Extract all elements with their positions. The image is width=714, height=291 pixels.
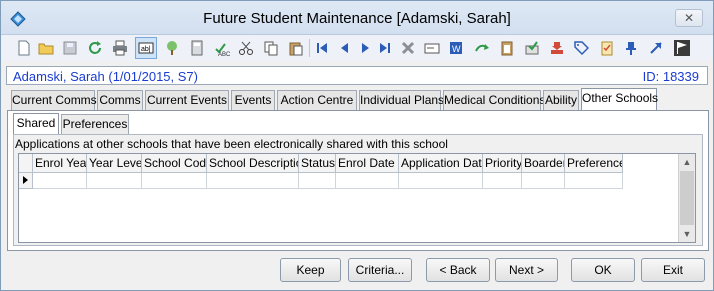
column-application-date[interactable]: Application Date <box>399 154 483 173</box>
tab-medical-conditions[interactable]: Medical Conditions <box>443 90 545 111</box>
student-banner: Adamski, Sarah (1/01/2015, S7) ID: 18339 <box>6 66 708 85</box>
column-enrol-date[interactable]: Enrol Date <box>336 154 399 173</box>
text-field-icon[interactable]: ab| <box>135 37 157 59</box>
title-bar: Future Student Maintenance [Adamski, Sar… <box>1 1 713 35</box>
word-icon[interactable]: W <box>445 37 467 59</box>
print-icon[interactable] <box>109 37 131 59</box>
checklist-icon[interactable] <box>596 37 618 59</box>
cut-icon[interactable] <box>235 37 257 59</box>
scroll-thumb[interactable] <box>680 171 694 225</box>
back-button[interactable]: < Back <box>426 258 490 282</box>
tab-current-comms[interactable]: Current Comms <box>11 90 97 111</box>
next-record-icon[interactable] <box>354 37 376 59</box>
card-icon[interactable] <box>421 37 443 59</box>
group-label: Applications at other schools that have … <box>15 137 448 151</box>
open-folder-icon[interactable] <box>35 37 57 59</box>
spellcheck-icon[interactable]: ABC <box>211 37 233 59</box>
svg-text:ab|: ab| <box>141 46 151 53</box>
table-cell[interactable] <box>299 173 336 189</box>
table-cell[interactable] <box>399 173 483 189</box>
svg-text:ABC: ABC <box>218 52 230 56</box>
paste-icon[interactable] <box>285 37 307 59</box>
keep-button[interactable]: Keep <box>280 258 341 282</box>
table-cell[interactable] <box>142 173 207 189</box>
column-school-description[interactable]: School Description <box>207 154 299 173</box>
tab-events[interactable]: Events <box>231 90 275 111</box>
vertical-scrollbar[interactable]: ▲ ▼ <box>678 154 695 242</box>
table-cell[interactable] <box>522 173 565 189</box>
grid-corner <box>19 154 33 173</box>
ok-button[interactable]: OK <box>571 258 635 282</box>
grid-header: Enrol Year Year Level School Code School… <box>19 154 679 173</box>
save-icon[interactable] <box>59 37 81 59</box>
exit-button[interactable]: Exit <box>641 258 705 282</box>
tab-other-schools[interactable]: Other Schools <box>581 88 658 111</box>
copy-icon[interactable] <box>260 37 282 59</box>
subtab-preferences[interactable]: Preferences <box>61 114 129 134</box>
download-icon[interactable] <box>546 37 568 59</box>
toolbar: ab| ABC W <box>1 35 713 61</box>
new-icon[interactable] <box>13 37 35 59</box>
arrow-up-right-icon[interactable] <box>645 37 667 59</box>
applications-grid[interactable]: Enrol Year Year Level School Code School… <box>18 153 696 243</box>
column-school-code[interactable]: School Code <box>142 154 207 173</box>
table-cell[interactable] <box>483 173 522 189</box>
scroll-down-icon[interactable]: ▼ <box>679 226 695 242</box>
row-indicator[interactable] <box>19 173 33 189</box>
tag-icon[interactable] <box>570 37 592 59</box>
svg-text:W: W <box>452 44 461 54</box>
table-cell[interactable] <box>33 173 87 189</box>
table-cell[interactable] <box>336 173 399 189</box>
refresh-icon[interactable] <box>84 37 106 59</box>
table-cell[interactable] <box>87 173 142 189</box>
previous-record-icon[interactable] <box>334 37 356 59</box>
student-id: ID: 18339 <box>642 69 699 84</box>
table-cell[interactable] <box>565 173 623 189</box>
forward-icon[interactable] <box>471 37 493 59</box>
tab-comms[interactable]: Comms <box>97 90 143 111</box>
approve-icon[interactable] <box>521 37 543 59</box>
table-cell[interactable] <box>207 173 299 189</box>
column-status[interactable]: Status <box>299 154 336 173</box>
column-preference[interactable]: Preference <box>565 154 623 173</box>
tree-icon[interactable] <box>161 37 183 59</box>
subtab-shared[interactable]: Shared <box>13 113 59 134</box>
column-year-level[interactable]: Year Level <box>87 154 142 173</box>
column-enrol-year[interactable]: Enrol Year <box>33 154 87 173</box>
tab-individual-plans[interactable]: Individual Plans <box>359 90 444 111</box>
close-button[interactable]: ✕ <box>675 9 703 27</box>
pin-icon[interactable] <box>620 37 642 59</box>
clipboard-icon[interactable] <box>496 37 518 59</box>
toolbar-separator <box>309 39 310 57</box>
calculator-icon[interactable] <box>186 37 208 59</box>
student-name: Adamski, Sarah (1/01/2015, S7) <box>13 69 198 84</box>
window: Future Student Maintenance [Adamski, Sar… <box>0 0 714 291</box>
first-record-icon[interactable] <box>311 37 333 59</box>
tab-ability[interactable]: Ability <box>543 90 579 111</box>
tab-action-centre[interactable]: Action Centre <box>277 90 357 111</box>
flag-icon[interactable] <box>671 37 693 59</box>
window-title: Future Student Maintenance [Adamski, Sar… <box>203 10 511 27</box>
delete-icon[interactable] <box>397 37 419 59</box>
scroll-up-icon[interactable]: ▲ <box>679 154 695 170</box>
column-priority[interactable]: Priority <box>483 154 522 173</box>
column-boarder[interactable]: Boarder <box>522 154 565 173</box>
tab-current-events[interactable]: Current Events <box>145 90 229 111</box>
last-record-icon[interactable] <box>374 37 396 59</box>
next-button[interactable]: Next > <box>495 258 558 282</box>
criteria-button[interactable]: Criteria... <box>348 258 412 282</box>
